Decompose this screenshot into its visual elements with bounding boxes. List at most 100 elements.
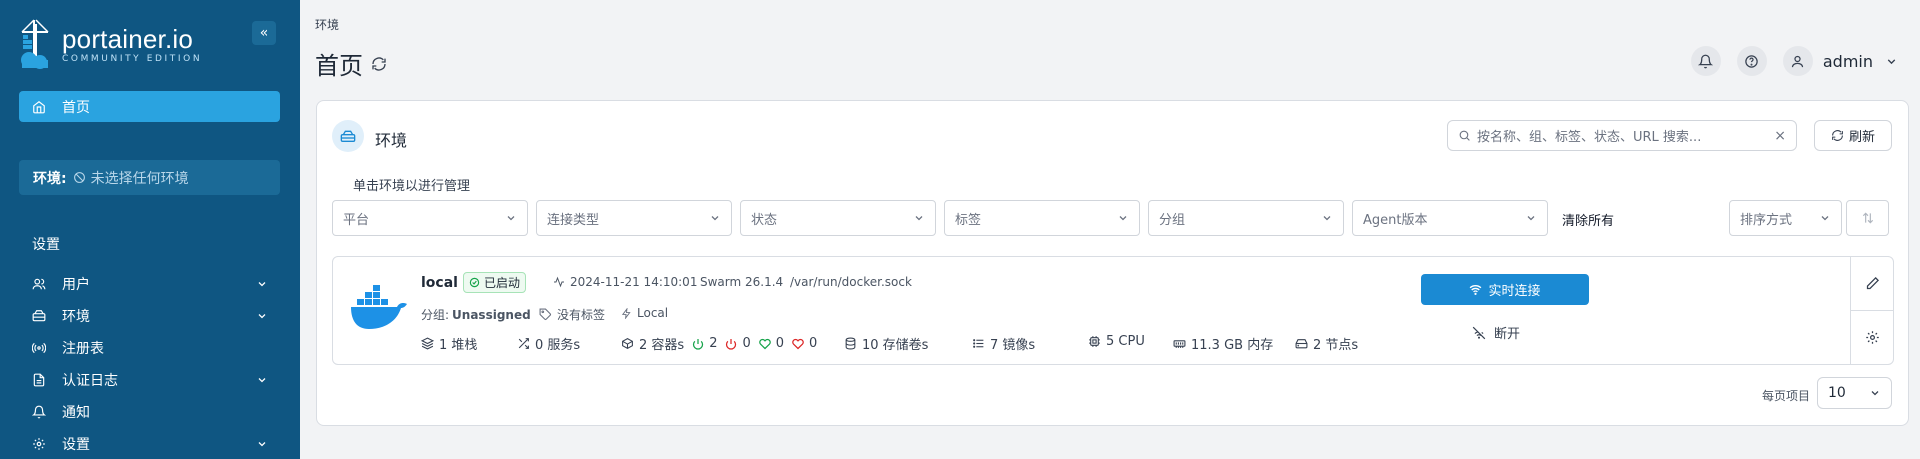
status-badge: 已启动 [463, 272, 527, 293]
sidebar-item-label: 注册表 [62, 341, 104, 357]
live-connect-button[interactable]: 实时连接 [1421, 274, 1589, 305]
clear-all-button[interactable]: 清除所有 [1562, 210, 1614, 229]
swarm-version: Swarm 26.1.4 [700, 275, 784, 289]
environment-actions [1850, 257, 1893, 364]
clear-search-icon[interactable]: × [1774, 128, 1786, 144]
shuffle-icon [518, 338, 529, 349]
help-circle-icon [1745, 54, 1759, 68]
filter-agent-version[interactable]: Agent版本 [1352, 200, 1548, 236]
chevron-down-icon [256, 438, 268, 450]
filter-label: 分组 [1159, 212, 1186, 228]
sidebar-item-notifications[interactable]: 通知 [32, 400, 268, 424]
unhealthy-count: 0 [809, 336, 818, 351]
env-label: 环境: [33, 170, 67, 187]
memory-text: 11.3 GB 内存 [1191, 338, 1274, 353]
stacks-text: 1 堆栈 [439, 338, 478, 353]
stopped-count: 0 [742, 336, 751, 351]
sidebar-item-auth-logs[interactable]: 认证日志 [32, 368, 268, 392]
chevron-down-icon [913, 212, 925, 224]
sidebar-item-home[interactable]: 首页 [19, 91, 280, 122]
crane-logo-icon [18, 18, 54, 70]
filter-platform[interactable]: 平台 [332, 200, 528, 236]
per-page-select[interactable]: 10 [1817, 377, 1892, 409]
server-icon [332, 120, 364, 152]
location-info: Local [621, 306, 668, 320]
sort-select[interactable]: 排序方式 [1729, 200, 1842, 236]
radio-icon [32, 341, 48, 355]
user-avatar[interactable] [1782, 46, 1813, 76]
activity-icon [554, 276, 564, 288]
images-text: 7 镜像s [990, 338, 1036, 353]
filter-label: Agent版本 [1363, 212, 1428, 228]
healthy-count: 0 [775, 336, 785, 351]
chevron-down-icon [256, 374, 268, 386]
collapse-sidebar-button[interactable]: « [252, 21, 276, 45]
check-circle-icon [469, 277, 480, 288]
chevron-down-icon [256, 310, 268, 322]
brand-subtitle: COMMUNITY EDITION [62, 53, 203, 64]
chevron-down-icon [709, 212, 721, 224]
tags-text: 没有标签 [557, 308, 606, 322]
containers-text: 2 容器s [639, 338, 685, 353]
volumes-stat: 10 存储卷s [844, 334, 928, 353]
filter-label: 平台 [343, 212, 370, 228]
power-stopped-icon [726, 338, 737, 350]
gear-icon [32, 437, 48, 451]
portainer-logo[interactable]: portainer.io COMMUNITY EDITION [18, 18, 202, 70]
double-chevron-left-icon: « [259, 25, 269, 41]
database-icon [845, 337, 856, 350]
card-title: 环境 [375, 131, 408, 150]
page-title-text: 首页 [315, 52, 363, 80]
connect-label: 实时连接 [1488, 284, 1541, 299]
docker-logo-icon [349, 285, 409, 337]
chevron-down-icon [1525, 212, 1537, 224]
filter-label: 连接类型 [547, 212, 600, 228]
help-button[interactable] [1736, 46, 1767, 76]
ban-icon [73, 172, 85, 183]
env-value: 未选择任何环境 [90, 170, 189, 187]
group-info: 分组: Unassigned [421, 306, 531, 323]
tags-info: 没有标签 [539, 306, 605, 323]
filter-connection-type[interactable]: 连接类型 [536, 200, 732, 236]
environment-item-local[interactable]: local 已启动 2024-11-21 14:10:01 Swarm 26.1… [332, 256, 1894, 365]
filter-tags[interactable]: 标签 [944, 200, 1140, 236]
refresh-button[interactable]: 刷新 [1814, 120, 1892, 151]
edit-environment-button[interactable] [1851, 257, 1893, 310]
sidebar-item-label: 设置 [62, 437, 90, 453]
running-count: 2 [709, 336, 718, 351]
filter-label: 标签 [955, 212, 982, 228]
chevron-down-icon[interactable] [1885, 55, 1898, 68]
sidebar-item-settings[interactable]: 设置 [32, 432, 268, 456]
per-page-label: 每页项目 [1762, 389, 1811, 403]
filter-group[interactable]: 分组 [1148, 200, 1344, 236]
services-stat: 0 服务s [517, 334, 580, 353]
sidebar-item-label: 环境 [62, 309, 90, 325]
images-stat: 7 镜像s [972, 334, 1035, 353]
disconnect-button[interactable]: 断开 [1472, 323, 1520, 342]
cpu-text: 5 CPU [1106, 334, 1145, 349]
file-icon [32, 373, 48, 387]
disconnect-label: 断开 [1494, 327, 1521, 342]
environment-selector[interactable]: 环境: 未选择任何环境 [19, 160, 280, 195]
layers-icon [421, 337, 434, 350]
filter-status[interactable]: 状态 [740, 200, 936, 236]
server-icon [32, 309, 48, 323]
sidebar-item-registries[interactable]: 注册表 [32, 336, 268, 360]
environment-settings-button[interactable] [1851, 310, 1893, 363]
brand-title: portainer.io [62, 23, 194, 54]
per-page-value: 10 [1828, 385, 1846, 401]
sidebar-item-environments[interactable]: 环境 [32, 304, 268, 328]
user-name[interactable]: admin [1823, 52, 1873, 71]
breadcrumb[interactable]: 环境 [315, 16, 339, 33]
chevron-down-icon [1117, 212, 1129, 224]
sidebar-item-users[interactable]: 用户 [32, 272, 268, 296]
hard-drive-icon [1295, 339, 1308, 349]
notifications-button[interactable] [1690, 46, 1721, 76]
cpu-stat: 5 CPU [1088, 334, 1145, 349]
wifi-off-icon [1472, 326, 1486, 339]
refresh-icon[interactable] [371, 56, 387, 72]
search-input[interactable]: 按名称、组、标签、状态、URL 搜索... × [1447, 120, 1797, 151]
sort-direction-button[interactable] [1846, 200, 1889, 236]
refresh-label: 刷新 [1848, 130, 1875, 145]
gear-icon [1865, 330, 1879, 344]
